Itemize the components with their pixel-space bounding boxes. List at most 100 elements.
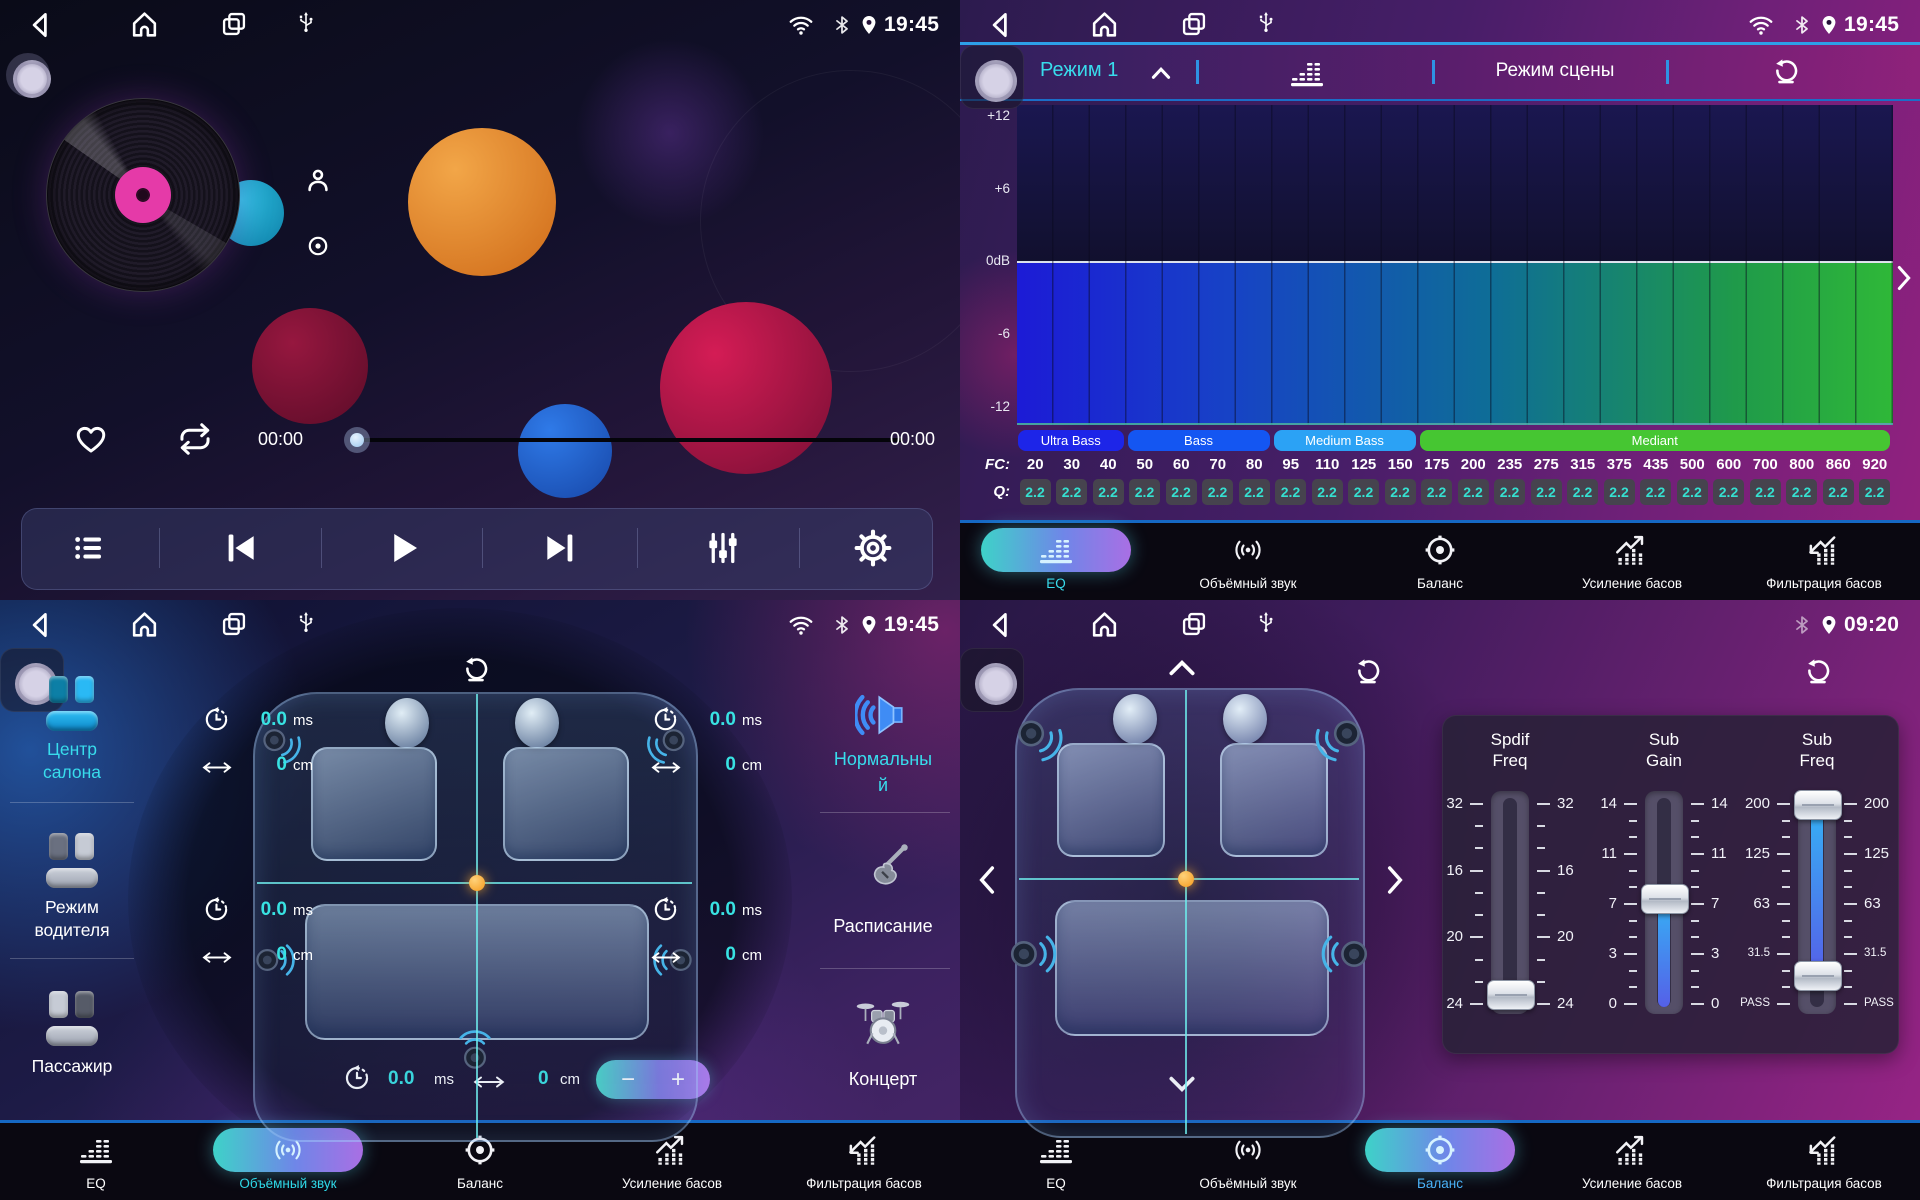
floating-widget[interactable] xyxy=(960,45,1024,109)
bass-filter-icon xyxy=(1807,534,1841,566)
tab-bass-filter[interactable]: Фильтрация басов xyxy=(1728,1123,1920,1200)
play-icon[interactable] xyxy=(382,527,424,569)
tick-label: 24 xyxy=(1413,995,1463,1012)
recents-icon[interactable] xyxy=(1180,610,1208,638)
band-chip[interactable]: Mediant xyxy=(1420,430,1891,451)
tab-bass-filter[interactable]: Фильтрация басов xyxy=(768,1123,960,1200)
slider-handle[interactable] xyxy=(1641,884,1689,914)
back-icon[interactable] xyxy=(26,10,56,40)
progress-track[interactable] xyxy=(362,438,903,442)
q-value-chip[interactable]: 2.2 xyxy=(1750,479,1781,505)
q-value-chip[interactable]: 2.2 xyxy=(1677,479,1708,505)
q-value-chip[interactable]: 2.2 xyxy=(1385,479,1416,505)
progress-knob[interactable] xyxy=(344,427,370,453)
chevron-left-icon[interactable] xyxy=(976,864,998,896)
q-value-chip[interactable]: 2.2 xyxy=(1786,479,1817,505)
q-value-chip[interactable]: 2.2 xyxy=(1494,479,1525,505)
q-value-chip[interactable]: 2.2 xyxy=(1823,479,1854,505)
q-value-chip[interactable]: 2.2 xyxy=(1275,479,1306,505)
tick-minor xyxy=(1629,836,1637,838)
q-value-chip[interactable]: 2.2 xyxy=(1166,479,1197,505)
q-value-chip[interactable]: 2.2 xyxy=(1421,479,1452,505)
q-value-chip[interactable]: 2.2 xyxy=(1056,479,1087,505)
chevron-right-icon[interactable] xyxy=(1893,264,1915,292)
home-icon[interactable] xyxy=(129,9,160,40)
tab-balance[interactable]: Баланс xyxy=(1344,1123,1536,1200)
playlist-icon[interactable] xyxy=(72,531,106,565)
tab-balance[interactable]: Баланс xyxy=(1344,523,1536,600)
recents-icon[interactable] xyxy=(220,610,248,638)
band-chip[interactable]: Bass xyxy=(1128,430,1270,451)
tab-bass-boost[interactable]: Усиление басов xyxy=(1536,1123,1728,1200)
chevron-up-icon[interactable] xyxy=(1148,62,1174,84)
tab-label: Объёмный звук xyxy=(1158,1176,1338,1191)
band-chip[interactable]: Medium Bass xyxy=(1274,430,1416,451)
chevron-up-icon[interactable] xyxy=(1166,656,1198,680)
q-value-chip[interactable]: 2.2 xyxy=(1202,479,1233,505)
q-value-chip[interactable]: 2.2 xyxy=(1129,479,1160,505)
next-track-icon[interactable] xyxy=(541,529,579,567)
reset-icon[interactable] xyxy=(1804,658,1832,686)
tick-label: PASS xyxy=(1720,997,1770,1009)
q-value-chip[interactable]: 2.2 xyxy=(1312,479,1343,505)
listening-position-dot[interactable] xyxy=(1178,871,1194,887)
mixer-icon[interactable] xyxy=(705,530,741,566)
album-disc-icon[interactable] xyxy=(306,234,330,258)
surround-sound-screen: 0.0 ms 0 cm − + EQОбъёмный звукБалансУси… xyxy=(0,600,960,1200)
favorite-heart-icon[interactable] xyxy=(74,422,108,456)
q-value-chip[interactable]: 2.2 xyxy=(1458,479,1489,505)
listening-position-dot[interactable] xyxy=(469,875,485,891)
eq-mode-selector[interactable]: Режим 1 xyxy=(1040,59,1118,82)
sidebar-item-3[interactable] xyxy=(0,987,150,1107)
band-chip[interactable]: Ultra Bass xyxy=(1018,430,1124,451)
chevron-right-icon[interactable] xyxy=(1384,864,1406,896)
tick-minor xyxy=(1691,886,1699,888)
tick-minor xyxy=(1782,836,1790,838)
q-value-chip[interactable]: 2.2 xyxy=(1020,479,1051,505)
tab-eq-bars[interactable]: EQ xyxy=(0,1123,192,1200)
eq-bars-icon[interactable] xyxy=(1290,58,1324,88)
player-control-bar xyxy=(21,508,933,590)
slider-handle[interactable] xyxy=(1794,790,1842,820)
back-icon[interactable] xyxy=(26,610,56,640)
back-icon[interactable] xyxy=(986,610,1016,640)
q-value-chip[interactable]: 2.2 xyxy=(1604,479,1635,505)
tab-label: Усиление басов xyxy=(1542,576,1722,591)
q-value-chip[interactable]: 2.2 xyxy=(1859,479,1890,505)
balance-screen: SpdifFreq3232161620202424SubGain14141111… xyxy=(960,600,1920,1200)
home-icon[interactable] xyxy=(1089,609,1120,640)
q-value-chip[interactable]: 2.2 xyxy=(1713,479,1744,505)
scene-item-3[interactable] xyxy=(808,990,958,1120)
recents-icon[interactable] xyxy=(220,10,248,38)
previous-track-icon[interactable] xyxy=(222,529,260,567)
recents-icon[interactable] xyxy=(1180,10,1208,38)
tick-label: 125 xyxy=(1720,845,1770,862)
q-value-chip[interactable]: 2.2 xyxy=(1093,479,1124,505)
q-value-chip[interactable]: 2.2 xyxy=(1640,479,1671,505)
scene-mode-button[interactable]: Режим сцены xyxy=(1440,60,1670,82)
tab-surround-sound[interactable]: Объёмный звук xyxy=(1152,523,1344,600)
scene-item-2[interactable] xyxy=(808,838,958,968)
home-icon[interactable] xyxy=(129,609,160,640)
delay-cm-value: 0 xyxy=(243,754,287,776)
tab-bass-filter[interactable]: Фильтрация басов xyxy=(1728,523,1920,600)
reset-icon[interactable] xyxy=(1772,58,1800,86)
artist-icon[interactable] xyxy=(304,166,332,194)
home-icon[interactable] xyxy=(1089,9,1120,40)
speaker-icon xyxy=(1317,716,1361,760)
tab-bass-boost[interactable]: Усиление басов xyxy=(1536,523,1728,600)
q-value-chip[interactable]: 2.2 xyxy=(1531,479,1562,505)
tab-eq-bars[interactable]: EQ xyxy=(960,523,1152,600)
slider-handle[interactable] xyxy=(1794,961,1842,991)
slider-handle[interactable] xyxy=(1487,980,1535,1010)
floating-widget[interactable] xyxy=(6,53,50,97)
q-value-chip[interactable]: 2.2 xyxy=(1239,479,1270,505)
q-value-chip[interactable]: 2.2 xyxy=(1567,479,1598,505)
reset-icon[interactable] xyxy=(1354,658,1382,686)
q-value-chip[interactable]: 2.2 xyxy=(1348,479,1379,505)
settings-gear-icon[interactable] xyxy=(854,529,892,567)
tick-major xyxy=(1537,936,1550,938)
back-icon[interactable] xyxy=(986,10,1016,40)
repeat-icon[interactable] xyxy=(176,421,214,457)
reset-icon[interactable] xyxy=(462,656,490,684)
